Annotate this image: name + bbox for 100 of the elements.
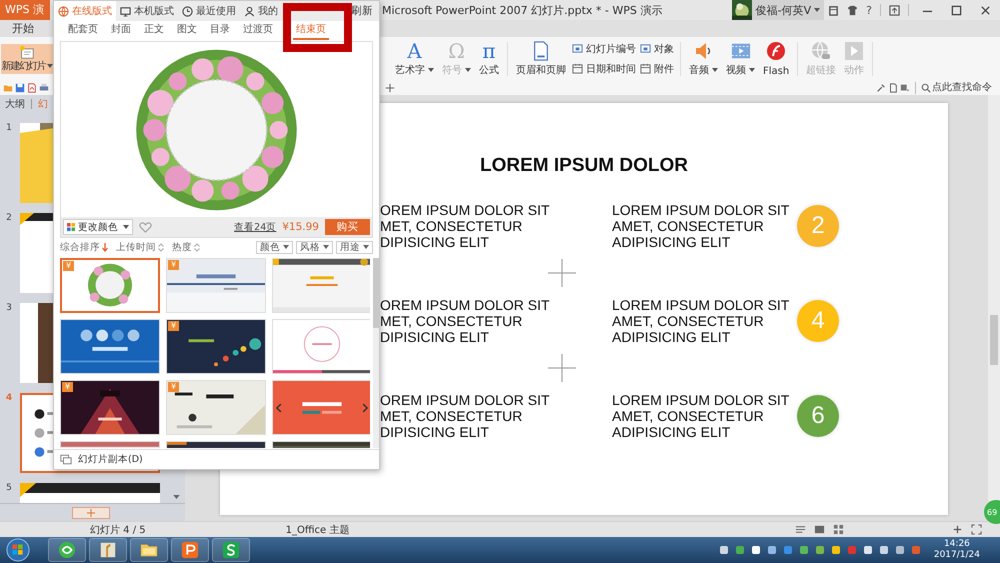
panel-tab[interactable]: 最近使用	[178, 1, 240, 21]
theme-name: 1_Office 主题	[286, 524, 350, 536]
maximize-icon[interactable]	[951, 4, 962, 16]
taskbar-button[interactable]	[171, 538, 209, 562]
change-color-button[interactable]: 更改颜色	[63, 219, 133, 235]
new-slide-icon	[19, 44, 35, 58]
tray-icon[interactable]	[878, 544, 890, 556]
slide-number: 5	[5, 483, 13, 495]
numbered-slide-icon	[572, 43, 583, 54]
sort-option[interactable]: 上传时间	[116, 240, 164, 254]
tray-icon[interactable]	[718, 544, 730, 556]
start-button[interactable]	[6, 538, 30, 562]
calendar-icon	[640, 63, 651, 74]
taskbar-button[interactable]	[130, 538, 168, 562]
presentation-app-icon	[181, 541, 199, 559]
ribbon-button[interactable]: Flash	[759, 40, 794, 76]
command-search-field[interactable]: 点此查找命令	[920, 82, 996, 93]
pdf-icon[interactable]	[27, 82, 37, 92]
category-tab[interactable]: 配套页	[68, 20, 98, 40]
new-slide-button[interactable]: 新建幻灯片	[1, 44, 53, 74]
browser-icon	[58, 541, 76, 559]
new-tab-icon[interactable]	[385, 82, 395, 92]
tray-icon[interactable]	[862, 544, 874, 556]
ribbon-button[interactable]: A 艺术字	[391, 40, 438, 76]
filter-dropdown[interactable]: 用途	[336, 240, 373, 254]
tray-icon[interactable]	[766, 544, 778, 556]
slide-counter: 幻灯片 4 / 5	[90, 524, 146, 536]
flash-icon	[766, 40, 786, 60]
panel-tab[interactable]: 我的	[240, 1, 282, 21]
category-tab[interactable]: 目录	[210, 20, 230, 40]
save-icon[interactable]	[15, 82, 25, 92]
slide-number: 3	[5, 303, 13, 315]
ribbon-button[interactable]: 幻灯片编号	[572, 42, 636, 56]
category-tab[interactable]: 结束页	[293, 20, 329, 40]
caret-icon	[363, 245, 369, 249]
ribbon-button[interactable]: 附件	[640, 62, 674, 76]
scrollbar[interactable]	[988, 95, 1000, 501]
slide-title: LOREM IPSUM DOLOR	[479, 155, 689, 177]
window-restore-icon[interactable]	[889, 4, 900, 16]
skin-box-icon[interactable]	[828, 4, 840, 16]
filter-dropdown[interactable]: 颜色	[256, 240, 293, 254]
fit-window-icon[interactable]	[971, 524, 982, 535]
numbered-slide-icon	[640, 43, 651, 54]
print-icon[interactable]	[39, 82, 49, 92]
slide-text: OREM IPSUM DOLOR SIT MET, CONSECTETUR DIPISICING ELIT	[380, 297, 551, 345]
category-tab[interactable]: 过渡页	[243, 20, 273, 40]
ribbon-button[interactable]: 页眉和页脚	[512, 40, 570, 76]
ribbon-button[interactable]: 对象	[640, 42, 674, 56]
tray-icon[interactable]	[750, 544, 762, 556]
slide-text: OREM IPSUM DOLOR SIT MET, CONSECTETUR DIPISICING ELIT	[380, 202, 551, 250]
scrollbar[interactable]	[373, 258, 379, 448]
category-tab[interactable]: 正文	[144, 20, 164, 40]
spreadsheet-app-icon	[222, 541, 240, 559]
list-icon[interactable]	[900, 82, 910, 92]
tray-icon[interactable]	[894, 544, 906, 556]
normal-view-icon[interactable]	[814, 524, 825, 535]
shirt-icon[interactable]	[847, 4, 858, 16]
plus-icon	[87, 508, 95, 516]
panel-tab[interactable]: 大纲	[5, 97, 25, 111]
monitor-icon	[120, 6, 131, 16]
category-tab[interactable]: 图文	[177, 20, 197, 40]
tray-icon[interactable]	[830, 544, 842, 556]
taskbar-button[interactable]	[212, 538, 250, 562]
refresh-button[interactable]: 刷新	[351, 1, 379, 21]
clock[interactable]: 14:26 2017/1/24	[934, 539, 980, 561]
sort-option[interactable]: 热度	[172, 240, 200, 254]
ribbon-button[interactable]: 日期和时间	[572, 62, 636, 76]
document-icon[interactable]	[888, 82, 898, 92]
tray-icon[interactable]	[798, 544, 810, 556]
slide-text: LOREM IPSUM DOLOR SIT AMET, CONSECTETUR ADIPISICING ELIT	[612, 392, 790, 440]
duplicate-slide-button[interactable]: 幻灯片副本(D)	[60, 453, 143, 466]
menu-tab[interactable]: 开始	[0, 21, 46, 36]
taskbar-button[interactable]	[89, 538, 127, 562]
zoom-in-icon[interactable]	[952, 524, 963, 535]
slide-text: LOREM IPSUM DOLOR SIT AMET, CONSECTETUR ADIPISICING ELIT	[612, 202, 790, 250]
price-tag: ¥	[63, 261, 74, 271]
panel-tab[interactable]: 本机版式	[116, 1, 178, 21]
globe-icon	[811, 40, 832, 60]
filter-dropdown[interactable]: 风格	[296, 240, 333, 254]
calendar-icon	[572, 63, 583, 74]
ribbon-button[interactable]: 视频	[722, 40, 759, 76]
sorter-view-icon[interactable]	[833, 524, 844, 535]
taskbar-button[interactable]	[48, 538, 86, 562]
sort-arrows-icon	[158, 242, 164, 252]
caret-icon	[123, 225, 129, 229]
user-account-button[interactable]: 俊福-何英V	[732, 0, 824, 20]
plus-icon	[548, 354, 576, 382]
ribbon-button[interactable]: π 公式	[475, 40, 503, 76]
color-grid-icon	[67, 222, 76, 232]
number-circle: 4	[797, 300, 839, 342]
sort-option[interactable]: 综合排序	[60, 240, 108, 254]
category-tab[interactable]: 封面	[111, 20, 131, 40]
copy-icon	[60, 454, 72, 465]
view-pages-link[interactable]: 查看24页	[234, 220, 276, 234]
ribbon-button[interactable]: 音频	[685, 40, 722, 76]
close-icon[interactable]	[980, 4, 991, 16]
notes-view-icon[interactable]	[795, 524, 806, 535]
help-button[interactable]: ?	[866, 4, 872, 16]
tray-icon[interactable]	[814, 544, 826, 556]
price: ¥15.99	[282, 221, 319, 233]
